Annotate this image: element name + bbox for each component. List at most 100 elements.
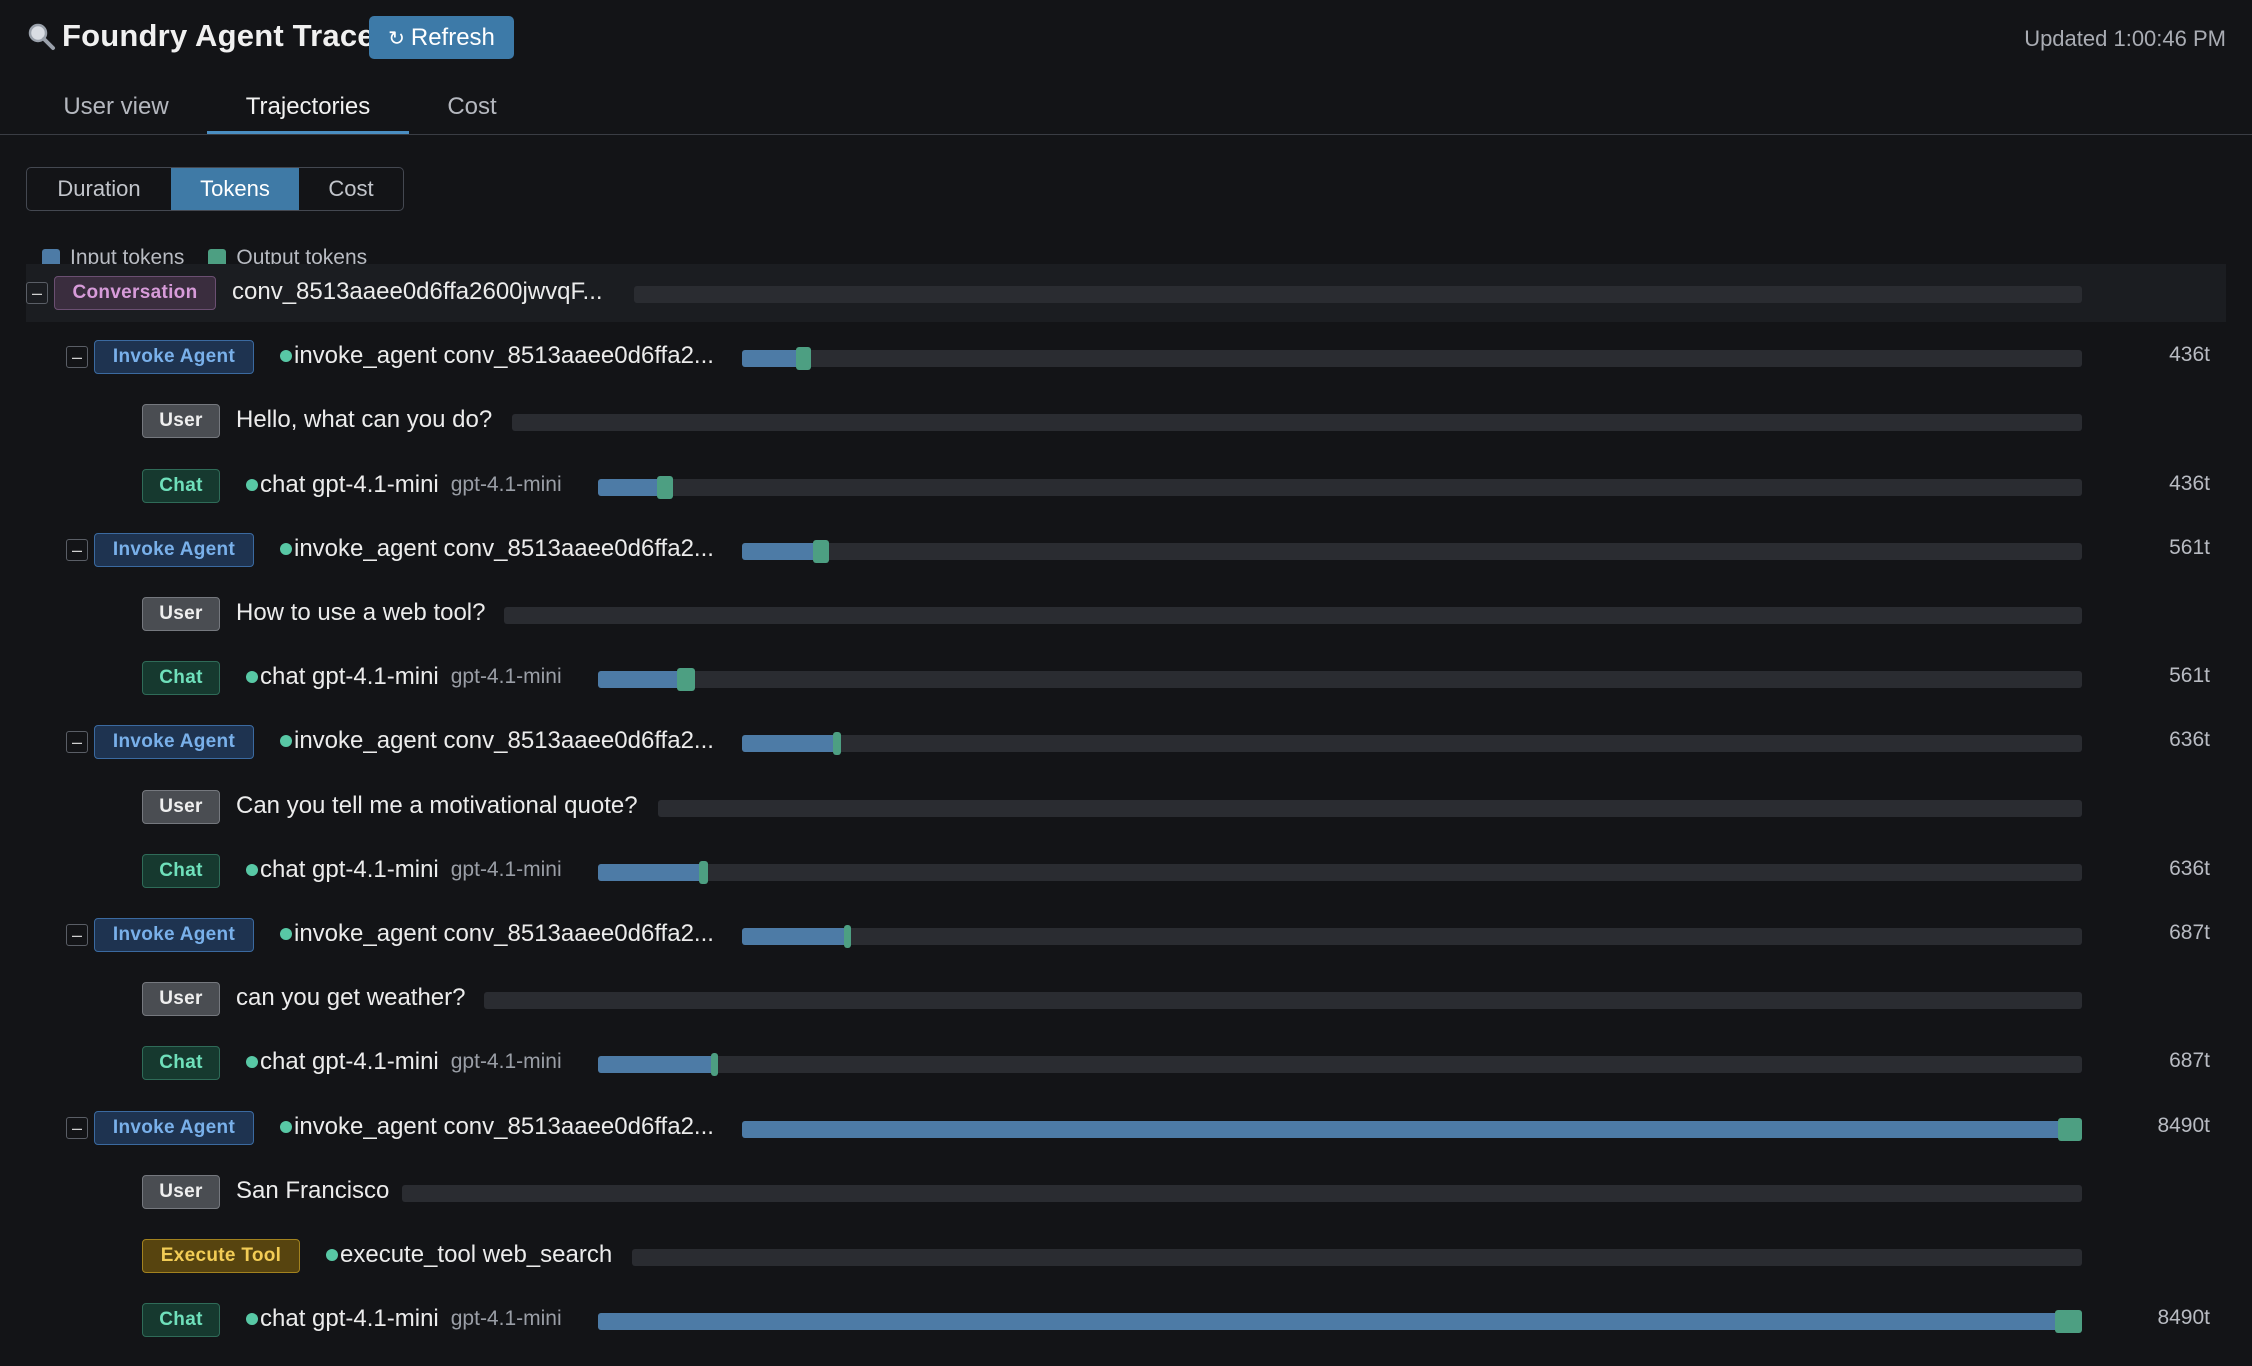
chat-badge: Chat: [142, 468, 220, 503]
token-bar-track: [742, 347, 2082, 371]
token-bar-track: [598, 475, 2082, 499]
trace-row-agent[interactable]: – Invoke Agent invoke_agent conv_8513aaee0…: [26, 328, 2226, 386]
token-count: 436t: [2169, 343, 2210, 367]
trace-row-user[interactable]: User How to use a web tool?: [26, 585, 2226, 643]
token-bar-track: [504, 607, 2082, 624]
span-label: How to use a web tool?: [236, 599, 485, 627]
collapse-toggle[interactable]: –: [66, 538, 88, 561]
metric-toggle: Duration Tokens Cost: [26, 167, 404, 211]
span-name: invoke_agent conv_8513aaee0d6ffa2...: [294, 1112, 714, 1140]
output-token-bar: [813, 539, 829, 563]
span-label: invoke_agent conv_8513aaee0d6ffa2...: [280, 727, 714, 755]
tab-bar: User view Trajectories Cost: [0, 82, 2252, 135]
status-dot-icon: [280, 1120, 292, 1133]
segment-duration[interactable]: Duration: [27, 168, 171, 210]
agent-badge: Invoke Agent: [94, 918, 254, 952]
token-bar-track: [512, 414, 2082, 432]
user-badge: User: [142, 982, 220, 1017]
collapse-toggle[interactable]: –: [26, 282, 48, 304]
token-bar-track: [742, 539, 2082, 563]
model-name: gpt-4.1-mini: [450, 665, 562, 689]
span-label: Can you tell me a motivational quote?: [236, 792, 638, 820]
model-name: gpt-4.1-mini: [450, 857, 562, 881]
chat-badge: Chat: [142, 1303, 220, 1338]
updated-timestamp: Updated 1:00:46 PM: [2024, 26, 2226, 51]
input-token-bar: [598, 1313, 2055, 1331]
token-bar-track: [598, 1053, 2082, 1077]
token-bar-track: [632, 1249, 2082, 1266]
span-name: execute_tool web_search: [340, 1241, 613, 1268]
span-name: invoke_agent conv_8513aaee0d6ffa2...: [294, 342, 714, 370]
input-token-bar: [598, 863, 699, 881]
span-label: can you get weather?: [236, 984, 466, 1012]
status-dot-icon: [246, 863, 258, 876]
output-token-bar: [2058, 1117, 2082, 1141]
span-name: Hello, what can you do?: [236, 406, 493, 434]
token-count: 636t: [2169, 856, 2210, 880]
search-icon: [26, 21, 56, 51]
span-label: invoke_agent conv_8513aaee0d6ffa2...: [280, 1113, 714, 1141]
token-bar-track: [484, 992, 2082, 1010]
segment-tokens[interactable]: Tokens: [171, 168, 299, 210]
trace-row-agent[interactable]: – Invoke Agent invoke_agent conv_8513aaee0…: [26, 906, 2226, 964]
title-group: Foundry Agent Trace: [26, 18, 375, 54]
token-bar-track: [634, 286, 2082, 303]
trace-row-tool[interactable]: Execute Tool execute_tool web_search: [26, 1227, 2226, 1285]
refresh-icon: ↻: [388, 25, 405, 50]
trace-row-user[interactable]: User San Francisco: [26, 1163, 2226, 1221]
output-token-bar: [833, 732, 841, 756]
model-name: gpt-4.1-mini: [450, 1307, 562, 1331]
trace-row-user[interactable]: User Hello, what can you do?: [26, 392, 2226, 450]
model-name: gpt-4.1-mini: [450, 1050, 562, 1074]
status-dot-icon: [280, 928, 292, 940]
trace-row-chat[interactable]: Chat chat gpt-4.1-mini gpt-4.1-mini 687t: [26, 1034, 2226, 1092]
trace-row-user[interactable]: User can you get weather?: [26, 970, 2226, 1028]
trace-row-agent[interactable]: – Invoke Agent invoke_agent conv_8513aaee0…: [26, 713, 2226, 771]
trace-row-conv[interactable]: – Conversation conv_8513aaee0d6ffa2600jwvq…: [26, 264, 2226, 322]
status-dot-icon: [280, 350, 292, 363]
span-name: Can you tell me a motivational quote?: [236, 791, 638, 819]
span-name: conv_8513aaee0d6ffa2600jwvqF...: [232, 278, 603, 305]
input-token-bar: [742, 735, 833, 753]
chat-badge: Chat: [142, 853, 220, 888]
span-name: can you get weather?: [236, 984, 466, 1012]
token-bar-track: [742, 925, 2082, 948]
trace-row-chat[interactable]: Chat chat gpt-4.1-mini gpt-4.1-mini 436t: [26, 457, 2226, 515]
collapse-toggle[interactable]: –: [66, 346, 88, 369]
user-badge: User: [142, 404, 220, 439]
trace-row-chat[interactable]: Chat chat gpt-4.1-mini gpt-4.1-mini 561t: [26, 649, 2226, 707]
refresh-button[interactable]: ↻ Refresh: [369, 16, 514, 59]
page-title: Foundry Agent Trace: [62, 18, 375, 53]
output-token-bar: [657, 475, 673, 499]
tab-trajectories[interactable]: Trajectories: [207, 82, 409, 134]
collapse-toggle[interactable]: –: [66, 924, 88, 946]
span-name: chat gpt-4.1-mini: [260, 1305, 439, 1333]
token-count: 687t: [2169, 1049, 2210, 1073]
input-token-bar: [742, 928, 844, 945]
trace-row-agent[interactable]: – Invoke Agent invoke_agent conv_8513aaee0…: [26, 521, 2226, 579]
user-badge: User: [142, 789, 220, 824]
token-bar-track: [742, 1117, 2082, 1141]
span-label: Hello, what can you do?: [236, 406, 492, 434]
tab-cost[interactable]: Cost: [424, 82, 520, 132]
agent-badge: Invoke Agent: [94, 532, 254, 567]
token-count: 561t: [2169, 664, 2210, 688]
trace-row-chat[interactable]: Chat chat gpt-4.1-mini gpt-4.1-mini 636t: [26, 842, 2226, 900]
trace-row-agent[interactable]: – Invoke Agent invoke_agent conv_8513aaee0…: [26, 1099, 2226, 1157]
trace-row-user[interactable]: User Can you tell me a motivational quote…: [26, 778, 2226, 836]
collapse-toggle[interactable]: –: [66, 731, 88, 754]
span-name: invoke_agent conv_8513aaee0d6ffa2...: [294, 534, 714, 562]
tab-user-view[interactable]: User view: [40, 82, 192, 132]
span-name: chat gpt-4.1-mini: [260, 855, 439, 883]
segment-cost[interactable]: Cost: [299, 168, 403, 210]
output-token-bar: [711, 1053, 718, 1077]
span-label: chat gpt-4.1-mini gpt-4.1-mini: [246, 471, 562, 499]
input-token-bar: [598, 671, 677, 689]
span-label: conv_8513aaee0d6ffa2600jwvqF...: [232, 278, 603, 306]
span-name: chat gpt-4.1-mini: [260, 470, 439, 498]
span-label: chat gpt-4.1-mini gpt-4.1-mini: [246, 663, 562, 691]
trace-row-chat[interactable]: Chat chat gpt-4.1-mini gpt-4.1-mini 8490t: [26, 1291, 2226, 1349]
span-name: invoke_agent conv_8513aaee0d6ffa2...: [294, 920, 714, 947]
collapse-toggle[interactable]: –: [66, 1116, 88, 1139]
agent-badge: Invoke Agent: [94, 725, 254, 760]
